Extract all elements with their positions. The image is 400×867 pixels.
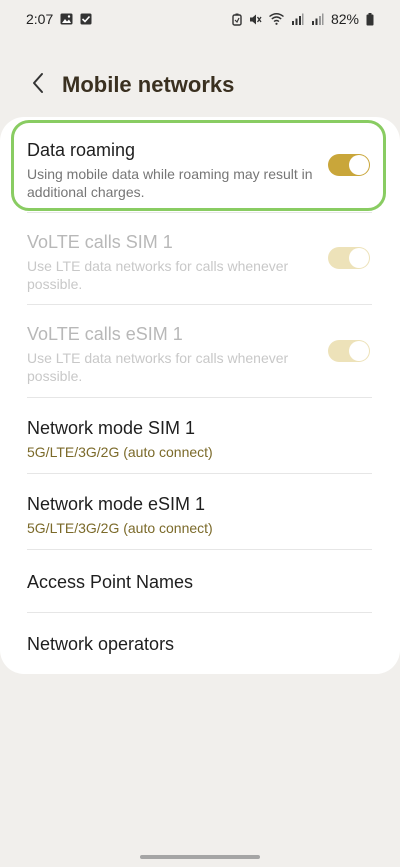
battery-saver-icon <box>232 13 242 26</box>
chevron-left-icon <box>31 72 45 99</box>
status-time: 2:07 <box>26 11 54 27</box>
setting-title: Access Point Names <box>27 572 194 592</box>
wifi-icon <box>269 13 284 25</box>
battery-icon <box>366 12 374 26</box>
status-bar-right: 82% <box>232 11 374 27</box>
toggle-knob <box>349 248 369 268</box>
toggle-knob <box>349 341 369 361</box>
setting-subtitle: Using mobile data while roaming may resu… <box>27 166 313 200</box>
volte-esim1-toggle[interactable] <box>328 340 370 362</box>
divider <box>27 549 372 550</box>
setting-network-operators[interactable]: Network operators <box>0 633 400 655</box>
volte-sim1-toggle[interactable] <box>328 247 370 269</box>
home-indicator[interactable] <box>140 855 260 859</box>
setting-title: Network mode eSIM 1 <box>27 494 206 514</box>
settings-card: Data roaming Using mobile data while roa… <box>0 117 400 674</box>
signal-icon <box>291 13 304 25</box>
setting-title: VoLTE calls eSIM 1 <box>27 324 183 344</box>
setting-value: 5G/LTE/3G/2G (auto connect) <box>27 520 213 536</box>
app-header: Mobile networks <box>0 60 400 110</box>
setting-network-mode-esim1[interactable]: Network mode eSIM 1 5G/LTE/3G/2G (auto c… <box>0 493 400 537</box>
data-roaming-toggle[interactable] <box>328 154 370 176</box>
status-bar: 2:07 82% <box>0 0 400 38</box>
checkbox-icon <box>80 13 92 25</box>
page-title: Mobile networks <box>62 72 235 97</box>
divider <box>27 612 372 613</box>
setting-title: Network operators <box>27 634 175 654</box>
gallery-icon <box>60 13 73 25</box>
setting-access-point-names[interactable]: Access Point Names <box>0 571 400 593</box>
divider <box>27 212 372 213</box>
setting-value: 5G/LTE/3G/2G (auto connect) <box>27 444 213 460</box>
setting-subtitle: Use LTE data networks for calls whenever… <box>27 258 289 292</box>
battery-percent: 82% <box>330 11 359 27</box>
setting-subtitle: Use LTE data networks for calls whenever… <box>27 350 289 384</box>
status-bar-left: 2:07 <box>26 11 92 27</box>
divider <box>27 473 372 474</box>
setting-title: VoLTE calls SIM 1 <box>27 232 173 252</box>
divider <box>27 304 372 305</box>
divider <box>27 397 372 398</box>
mute-icon <box>249 13 262 26</box>
setting-title: Network mode SIM 1 <box>27 418 196 438</box>
toggle-knob <box>349 155 369 175</box>
back-button[interactable] <box>20 67 56 103</box>
setting-title: Data roaming <box>27 140 136 160</box>
signal-icon <box>311 13 324 25</box>
setting-network-mode-sim1[interactable]: Network mode SIM 1 5G/LTE/3G/2G (auto co… <box>0 417 400 461</box>
